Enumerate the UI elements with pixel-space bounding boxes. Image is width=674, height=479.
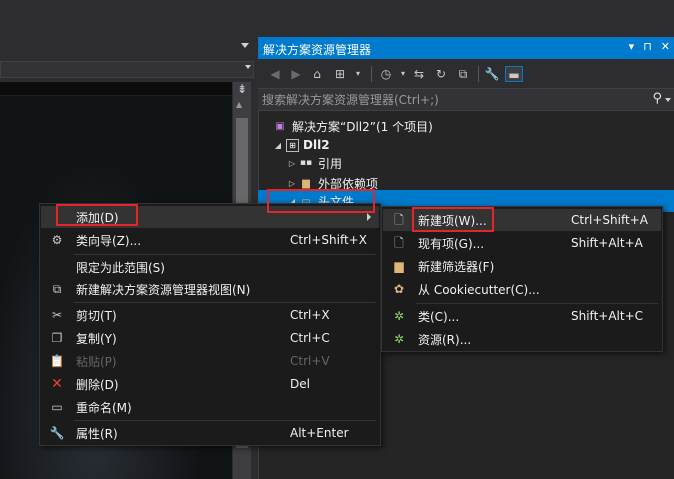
new-view-icon: ⧉ [52,282,62,296]
panel-title: 解决方案资源管理器 [263,43,372,57]
editor-tab-strip [0,0,258,60]
forward-icon[interactable]: ▶ [288,66,304,82]
properties-wrench-icon[interactable]: 🔧 [484,66,500,82]
menu-item-new-explorer-view[interactable]: ⧉ 新建解决方案资源管理器视图(N) [41,278,379,300]
external-deps-folder-icon: ▆ [302,177,310,189]
copy-icon: ❐ [51,331,63,345]
wrench-icon: 🔧 [49,426,65,440]
chevron-down-icon [245,65,251,69]
delete-icon: ✕ [51,376,63,392]
menu-item-paste[interactable]: 📋 粘贴(P) Ctrl+V [41,350,379,372]
new-item-icon: 🗋 [394,213,404,227]
rename-icon: ▭ [51,400,63,414]
window-position-dropdown-icon[interactable]: ▾ [629,40,635,53]
pin-icon[interactable]: ⊓ [643,40,652,53]
solution-explorer-search[interactable]: ⚲ [258,89,674,111]
resource-icon: ✲ [393,332,405,346]
scroll-up-icon[interactable]: ▲ [236,100,242,109]
collapsed-arrow-icon[interactable]: ▷ [286,159,298,168]
expanded-arrow-icon[interactable]: ◢ [272,141,284,150]
search-input[interactable] [262,92,632,108]
chevron-down-icon[interactable] [665,98,671,102]
preview-selected-items-icon[interactable]: ▬ [505,66,523,82]
references-icon: ▪▪ [299,158,313,168]
cookiecutter-icon: ✿ [393,282,405,296]
context-menu: 添加(D) ⚙ 类向导(Z)... Ctrl+Shift+X 限定为此范围(S)… [39,203,381,446]
tree-item-label: Dll2 [303,138,330,152]
submenu-item-cookiecutter[interactable]: ✿ 从 Cookiecutter(C)... [383,278,661,300]
submenu-item-class[interactable]: ✲ 类(C)... Shift+Alt+C [383,305,661,327]
submenu-item-new-item[interactable]: 🗋 新建项(W)... Ctrl+Shift+A [383,209,661,231]
cpp-project-icon: ⊞ [286,138,299,152]
solution-explorer-titlebar[interactable]: 解决方案资源管理器 ▾ ⊓ ✕ [258,37,674,59]
new-filter-icon: ▆ [394,259,404,273]
submenu-arrow-icon [367,213,371,221]
switch-views-icon[interactable]: ⊞ [332,66,348,82]
menu-item-add[interactable]: 添加(D) [41,206,379,228]
refresh-icon[interactable]: ↻ [433,66,449,82]
cut-icon: ✂ [51,308,63,322]
close-icon[interactable]: ✕ [661,40,670,53]
editor-header-strip [0,82,232,96]
split-window-icon[interactable]: ⇟ [234,82,250,96]
chevron-down-icon[interactable]: ▾ [395,66,411,82]
chevron-down-icon[interactable] [241,43,249,48]
tree-item-label: 外部依赖项 [318,176,379,191]
back-icon[interactable]: ◀ [267,66,283,82]
menu-item-copy[interactable]: ❐ 复制(Y) Ctrl+C [41,327,379,349]
chevron-down-icon[interactable]: ▾ [350,66,366,82]
home-icon[interactable]: ⌂ [309,66,325,82]
tree-item-label: 解决方案“Dll2”(1 个项目) [292,119,433,134]
menu-item-cut[interactable]: ✂ 剪切(T) Ctrl+X [41,304,379,326]
paste-icon: 📋 [49,354,65,368]
tree-item-label: 引用 [318,156,343,171]
menu-item-properties[interactable]: 🔧 属性(R) Alt+Enter [41,422,379,444]
editor-navigation-dropdown[interactable] [0,61,254,78]
class-wizard-icon: ⚙ [51,233,63,247]
class-icon: ✲ [393,309,405,323]
submenu-item-existing-item[interactable]: 🗋 现有项(G)... Shift+Alt+A [383,232,661,254]
submenu-item-new-filter[interactable]: ▆ 新建筛选器(F) [383,255,661,277]
collapse-all-icon[interactable]: ⧉ [455,66,471,82]
menu-item-delete[interactable]: ✕ 删除(D) Del [41,373,379,395]
menu-item-class-wizard[interactable]: ⚙ 类向导(Z)... Ctrl+Shift+X [41,229,379,251]
solution-icon: ▣ [275,120,285,132]
tree-item-references[interactable]: ▷ ▪▪ 引用 [258,152,674,174]
menu-item-scope-to-this[interactable]: 限定为此范围(S) [41,256,379,278]
search-icon[interactable]: ⚲ [652,91,662,106]
pending-changes-icon[interactable]: ◷ [378,66,394,82]
menu-item-rename[interactable]: ▭ 重命名(M) [41,396,379,418]
collapsed-arrow-icon[interactable]: ▷ [286,179,298,188]
sync-icon[interactable]: ⇆ [411,66,427,82]
solution-explorer-toolbar: ◀ ▶ ⌂ ⊞ ▾ ◷ ▾ ⇆ ↻ ⧉ 🔧 ▬ [258,59,674,89]
existing-item-icon: 🗋 [394,236,404,250]
submenu-item-resource[interactable]: ✲ 资源(R)... [383,328,661,350]
add-submenu: 🗋 新建项(W)... Ctrl+Shift+A 🗋 现有项(G)... Shi… [381,206,663,352]
